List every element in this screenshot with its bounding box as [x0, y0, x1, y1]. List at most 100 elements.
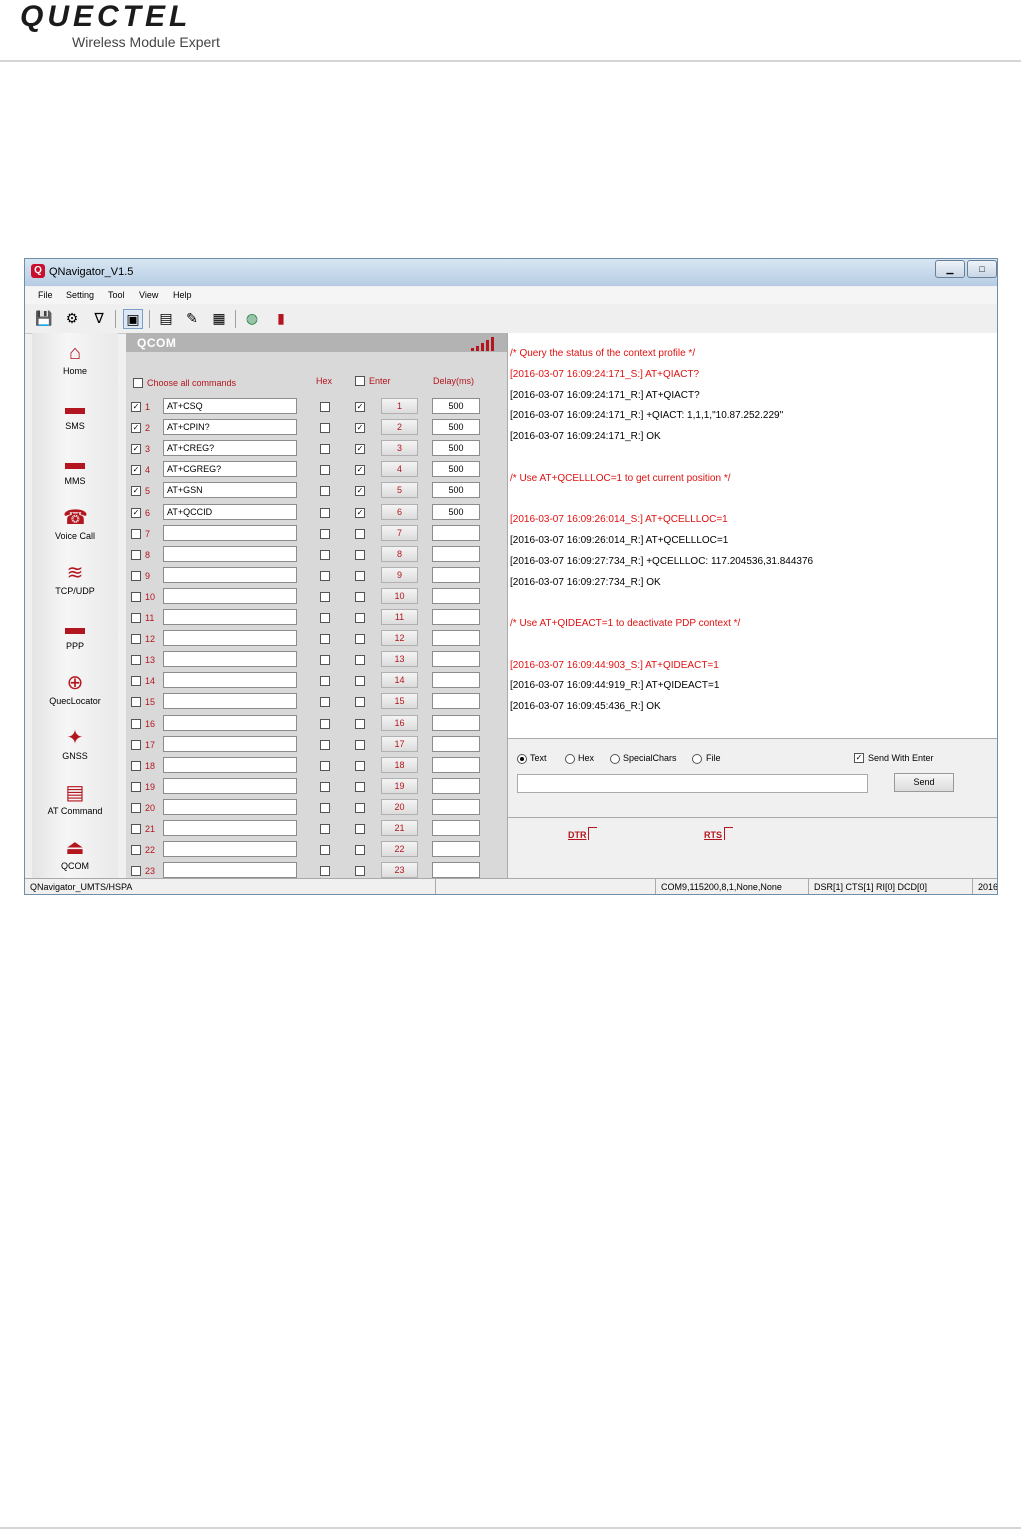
send-row-button[interactable]: 6	[381, 503, 418, 520]
command-input[interactable]	[163, 756, 297, 773]
send-row-button[interactable]: 21	[381, 820, 418, 836]
sidebar-item-queclocator[interactable]: ⊕ QuecLocator	[32, 672, 118, 706]
command-input[interactable]: AT+CPIN?	[163, 419, 297, 436]
command-input[interactable]	[163, 672, 297, 689]
sidebar-item-at-command[interactable]: ▤ AT Command	[32, 782, 118, 816]
enter-checkbox[interactable]: ✓	[355, 465, 365, 476]
row-select-checkbox[interactable]: ✓	[131, 402, 141, 412]
row-select-checkbox[interactable]	[131, 697, 141, 708]
delay-input[interactable]	[432, 609, 480, 625]
sidebar-item-voice-call[interactable]: ☎ Voice Call	[32, 507, 118, 541]
enter-checkbox[interactable]	[355, 549, 365, 560]
delay-input[interactable]: 500	[432, 440, 480, 457]
send-row-button[interactable]: 12	[381, 630, 418, 647]
sidebar-item-qcom[interactable]: ⏏ QCOM	[32, 837, 118, 871]
row-select-checkbox[interactable]	[131, 802, 141, 813]
command-input[interactable]	[163, 820, 297, 836]
command-input[interactable]	[163, 798, 297, 815]
command-input[interactable]	[163, 714, 297, 731]
command-input[interactable]	[163, 609, 297, 625]
send-row-button[interactable]: 1	[381, 398, 418, 414]
hex-checkbox[interactable]	[320, 718, 330, 729]
command-input[interactable]: AT+CREG?	[163, 440, 297, 457]
format-radio-hex[interactable]	[565, 754, 575, 764]
sidebar-item-home[interactable]: ⌂ Home	[32, 342, 118, 376]
filter-icon[interactable]: ∇	[90, 309, 108, 327]
menu-file[interactable]: File	[38, 290, 53, 300]
delay-input[interactable]	[432, 798, 480, 815]
row-select-checkbox[interactable]	[131, 655, 141, 666]
command-input[interactable]: AT+GSN	[163, 482, 297, 499]
command-input[interactable]	[163, 630, 297, 647]
row-select-checkbox[interactable]	[131, 760, 141, 771]
hex-checkbox[interactable]	[320, 866, 330, 877]
dtr-indicator[interactable]: DTR	[568, 830, 587, 840]
enter-checkbox[interactable]	[355, 781, 365, 792]
hex-checkbox[interactable]	[320, 528, 330, 539]
send-row-button[interactable]: 11	[381, 609, 418, 625]
sidebar-item-gnss[interactable]: ✦ GNSS	[32, 727, 118, 761]
enter-checkbox[interactable]: ✓	[355, 486, 365, 497]
enter-checkbox[interactable]: ✓	[355, 402, 365, 412]
send-row-button[interactable]: 19	[381, 777, 418, 794]
enter-checkbox[interactable]	[355, 528, 365, 539]
hex-checkbox[interactable]	[320, 824, 330, 834]
send-button[interactable]: Send	[894, 773, 954, 792]
command-input[interactable]	[163, 862, 297, 879]
hex-checkbox[interactable]	[320, 444, 330, 455]
hex-checkbox[interactable]	[320, 676, 330, 687]
row-select-checkbox[interactable]	[131, 549, 141, 560]
format-radio-specialchars[interactable]	[610, 754, 620, 764]
enter-checkbox[interactable]	[355, 739, 365, 750]
enter-checkbox[interactable]	[355, 802, 365, 813]
delay-input[interactable]	[432, 735, 480, 752]
hex-checkbox[interactable]	[320, 486, 330, 497]
command-input[interactable]	[163, 651, 297, 668]
format-radio-file[interactable]	[692, 754, 702, 764]
maximize-button[interactable]: □	[967, 260, 997, 278]
delay-input[interactable]: 500	[432, 503, 480, 520]
sidebar-item-tcp-udp[interactable]: ≋ TCP/UDP	[32, 562, 118, 596]
row-select-checkbox[interactable]	[131, 570, 141, 581]
calculator-icon[interactable]: ▦	[210, 309, 228, 327]
enter-checkbox[interactable]	[355, 634, 365, 645]
enter-checkbox[interactable]	[355, 676, 365, 687]
command-input[interactable]	[163, 545, 297, 562]
command-input[interactable]	[163, 693, 297, 710]
hex-checkbox[interactable]	[320, 549, 330, 560]
row-select-checkbox[interactable]: ✓	[131, 486, 141, 497]
row-select-checkbox[interactable]	[131, 866, 141, 877]
hex-checkbox[interactable]	[320, 465, 330, 476]
command-input[interactable]	[163, 566, 297, 583]
delay-input[interactable]	[432, 693, 480, 710]
command-input[interactable]	[163, 587, 297, 604]
hex-checkbox[interactable]	[320, 591, 330, 602]
delay-input[interactable]: 500	[432, 398, 480, 414]
delay-input[interactable]	[432, 672, 480, 689]
hex-checkbox[interactable]	[320, 655, 330, 666]
send-row-button[interactable]: 3	[381, 440, 418, 457]
hex-checkbox[interactable]	[320, 402, 330, 412]
delay-input[interactable]	[432, 630, 480, 647]
row-select-checkbox[interactable]	[131, 591, 141, 602]
send-row-button[interactable]: 18	[381, 756, 418, 773]
delay-input[interactable]	[432, 566, 480, 583]
delay-input[interactable]	[432, 545, 480, 562]
globe-icon[interactable]: ◍	[243, 309, 261, 327]
enter-checkbox[interactable]	[355, 591, 365, 602]
enter-checkbox[interactable]	[355, 760, 365, 771]
sidebar-item-mms[interactable]: ▬ MMS	[32, 452, 118, 486]
command-input[interactable]	[163, 735, 297, 752]
enter-checkbox[interactable]: ✓	[355, 444, 365, 455]
delay-input[interactable]	[432, 777, 480, 794]
row-select-checkbox[interactable]	[131, 634, 141, 645]
enter-all-checkbox[interactable]	[355, 376, 365, 386]
hex-checkbox[interactable]	[320, 634, 330, 645]
command-input[interactable]: AT+QCCID	[163, 503, 297, 520]
sidebar-item-ppp[interactable]: ▬ PPP	[32, 617, 118, 651]
hex-checkbox[interactable]	[320, 845, 330, 856]
enter-checkbox[interactable]	[355, 845, 365, 856]
format-radio-text[interactable]	[517, 754, 527, 764]
row-select-checkbox[interactable]: ✓	[131, 465, 141, 476]
row-select-checkbox[interactable]: ✓	[131, 423, 141, 434]
